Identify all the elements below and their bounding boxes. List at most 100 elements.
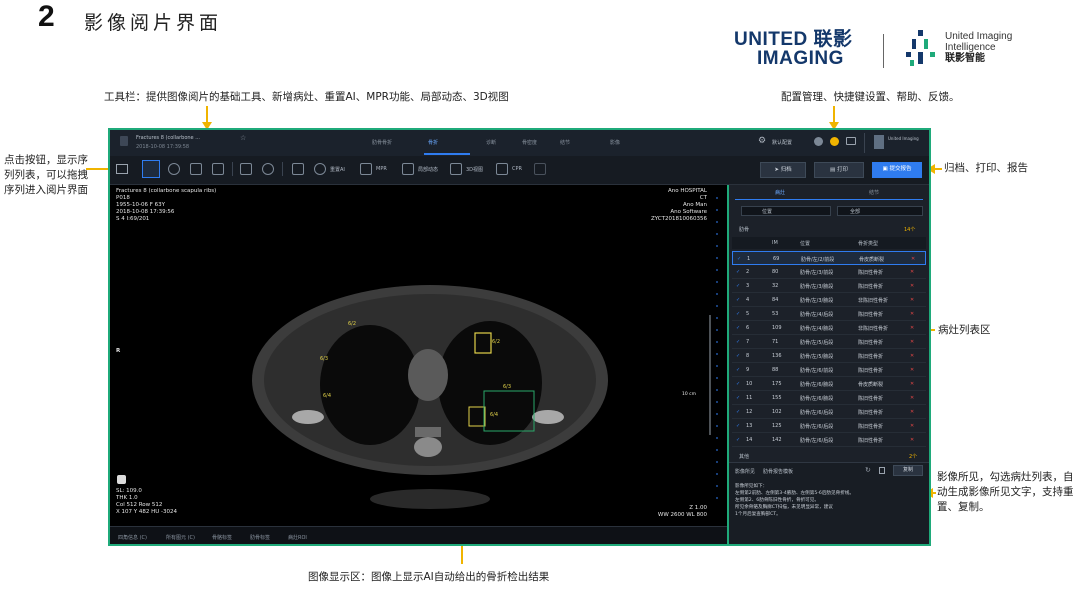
measure-tool-icon[interactable] [240, 163, 252, 175]
reset-icon[interactable]: ↻ [865, 466, 871, 474]
tag-lesion-roi[interactable]: 病灶ROI [288, 534, 307, 541]
star-icon[interactable]: ☆ [240, 134, 246, 142]
delete-icon[interactable]: ✕ [910, 339, 914, 345]
3d-view-icon[interactable] [450, 163, 462, 175]
lesion-row[interactable]: ✓ 1 69 肋骨/左/2/前段 骨皮质断裂 ✕ [732, 251, 926, 265]
lesion-row[interactable]: ✓ 10 175 肋骨/左/6/腋段 骨皮质断裂 ✕ [732, 377, 926, 391]
copy-icon[interactable] [879, 467, 885, 474]
lesion-check-icon[interactable]: ✓ [736, 353, 740, 359]
panel-tab-nodule[interactable]: 结节 [869, 189, 879, 196]
group-rib-count: 14个 [904, 227, 916, 233]
lesion-row[interactable]: ✓ 2 80 肋骨/左/3/前段 陈旧性骨折 ✕ [732, 265, 926, 279]
tag-rib-label[interactable]: 肋骨标签 [250, 534, 270, 541]
lesion-check-icon[interactable]: ✓ [736, 311, 740, 317]
copy-button[interactable]: 复制 [893, 465, 923, 476]
delete-icon[interactable]: ✕ [910, 353, 914, 359]
lesion-check-icon[interactable]: ✓ [736, 297, 740, 303]
panel-tab-lesion[interactable]: 病灶 [775, 189, 785, 196]
lesion-check-icon[interactable]: ✓ [736, 325, 740, 331]
position-filter[interactable]: 位置 [741, 206, 831, 216]
type-filter[interactable]: 全部 [837, 206, 923, 216]
lesion-check-icon[interactable]: ✓ [736, 423, 740, 429]
mpr-label[interactable]: MPR [376, 166, 387, 172]
more-tool-icon[interactable] [534, 163, 546, 175]
delete-icon[interactable]: ✕ [910, 395, 914, 401]
lesion-row[interactable]: ✓ 13 125 肋骨/左/6/后段 陈旧性骨折 ✕ [732, 419, 926, 433]
mpr-icon[interactable] [360, 163, 372, 175]
lesion-row[interactable]: ✓ 3 32 肋骨/左/3/腋段 陈旧性骨折 ✕ [732, 279, 926, 293]
lesion-row[interactable]: ✓ 11 155 肋骨/左/6/腋段 陈旧性骨折 ✕ [732, 391, 926, 405]
add-lesion-icon[interactable] [292, 163, 304, 175]
delete-icon[interactable]: ✕ [910, 269, 914, 275]
local-dynamic-label[interactable]: 局部动态 [418, 166, 438, 173]
zoom-tool-icon[interactable] [190, 163, 202, 175]
gear-icon[interactable]: ⚙ [758, 136, 766, 146]
tag-all-graphics[interactable]: 所有图元 (C) [166, 534, 195, 541]
lesion-row[interactable]: ✓ 8 136 肋骨/左/5/腋段 陈旧性骨折 ✕ [732, 349, 926, 363]
tab-fracture[interactable]: 骨折 [428, 139, 438, 146]
3d-view-label[interactable]: 3D视图 [466, 166, 483, 173]
feedback-icon[interactable] [846, 137, 856, 145]
lesion-row[interactable]: ✓ 5 53 肋骨/左/4/后段 陈旧性骨折 ✕ [732, 307, 926, 321]
delete-icon[interactable]: ✕ [910, 367, 914, 373]
archive-arrow [934, 168, 942, 170]
series-list-button[interactable] [116, 164, 128, 174]
united-imaging-logo: UNITED 联影 IMAGING [734, 30, 853, 68]
help-icon[interactable] [830, 137, 839, 146]
tab-diagnosis[interactable]: 诊断 [486, 139, 496, 146]
lesion-row[interactable]: ✓ 14 142 肋骨/左/6/后段 陈旧性骨折 ✕ [732, 433, 926, 447]
config-select[interactable]: 默认配置 [772, 139, 792, 146]
delete-icon[interactable]: ✕ [910, 423, 914, 429]
lesion-row[interactable]: ✓ 6 109 肋骨/左/4/腋段 非陈旧性骨折 ✕ [732, 321, 926, 335]
tag-corner-info[interactable]: 四角信息 (C) [118, 534, 147, 541]
lesion-check-icon[interactable]: ✓ [737, 256, 741, 262]
cpr-label[interactable]: CPR [512, 166, 522, 172]
delete-icon[interactable]: ✕ [911, 256, 915, 262]
lesion-row[interactable]: ✓ 12 102 肋骨/左/6/后段 陈旧性骨折 ✕ [732, 405, 926, 419]
lesion-check-icon[interactable]: ✓ [736, 283, 740, 289]
pointer-tool[interactable] [142, 160, 160, 178]
print-button[interactable]: ▤ 打印 [814, 162, 864, 178]
lesion-check-icon[interactable]: ✓ [736, 339, 740, 345]
patient-title[interactable]: Fractures 8 (collarbone ... [136, 135, 200, 141]
lesion-check-icon[interactable]: ✓ [736, 269, 740, 275]
delete-icon[interactable]: ✕ [910, 283, 914, 289]
lesion-check-icon[interactable]: ✓ [736, 381, 740, 387]
delete-icon[interactable]: ✕ [910, 437, 914, 443]
archive-button[interactable]: ➤ 归档 [760, 162, 806, 178]
delete-icon[interactable]: ✕ [910, 409, 914, 415]
window-level-icon[interactable] [262, 163, 274, 175]
reset-ai-label[interactable]: 重置AI [330, 166, 345, 173]
tab-imaging[interactable]: 影像 [610, 139, 620, 146]
local-dynamic-icon[interactable] [402, 163, 414, 175]
pan-tool-icon[interactable] [212, 163, 224, 175]
cpr-icon[interactable] [496, 163, 508, 175]
lesion-check-icon[interactable]: ✓ [736, 409, 740, 415]
print-label: 打印 [836, 167, 848, 173]
delete-icon[interactable]: ✕ [910, 381, 914, 387]
reset-ai-icon[interactable] [314, 163, 326, 175]
findings-text[interactable]: 影像所见如下： 左侧第2前肋、左侧第3-4腋肋、左侧第5-6后肋见骨折线。 左侧… [735, 483, 854, 518]
tag-bone-label[interactable]: 骨骼标签 [212, 534, 232, 541]
lesion-row[interactable]: ✓ 9 88 肋骨/左/6/前段 陈旧性骨折 ✕ [732, 363, 926, 377]
delete-icon[interactable]: ✕ [910, 297, 914, 303]
shortcut-icon[interactable] [814, 137, 823, 146]
lesion-type: 陈旧性骨折 [858, 284, 884, 290]
group-rib-label[interactable]: 肋骨 [739, 226, 749, 233]
tab-nodule[interactable]: 结节 [560, 139, 570, 146]
tab-density[interactable]: 骨密度 [522, 139, 537, 146]
template-select[interactable]: 肋骨报告模板 [763, 468, 793, 475]
group-other-label[interactable]: 其他 [739, 453, 749, 460]
rotate-tool-icon[interactable] [168, 163, 180, 175]
image-viewer[interactable]: Fractures 8 (collarbone scapula ribs) P0… [110, 185, 729, 544]
uii-logo-text: United Imaging Intelligence 联影智能 [945, 31, 1012, 64]
lesion-check-icon[interactable]: ✓ [736, 437, 740, 443]
delete-icon[interactable]: ✕ [910, 325, 914, 331]
lesion-check-icon[interactable]: ✓ [736, 367, 740, 373]
tab-rib-fracture[interactable]: 肋骨骨折 [372, 139, 392, 146]
report-button[interactable]: ▣ 提交报告 [872, 162, 922, 178]
lesion-check-icon[interactable]: ✓ [736, 395, 740, 401]
delete-icon[interactable]: ✕ [910, 311, 914, 317]
lesion-row[interactable]: ✓ 4 84 肋骨/左/3/腋段 非陈旧性骨折 ✕ [732, 293, 926, 307]
lesion-row[interactable]: ✓ 7 71 肋骨/左/5/后段 陈旧性骨折 ✕ [732, 335, 926, 349]
